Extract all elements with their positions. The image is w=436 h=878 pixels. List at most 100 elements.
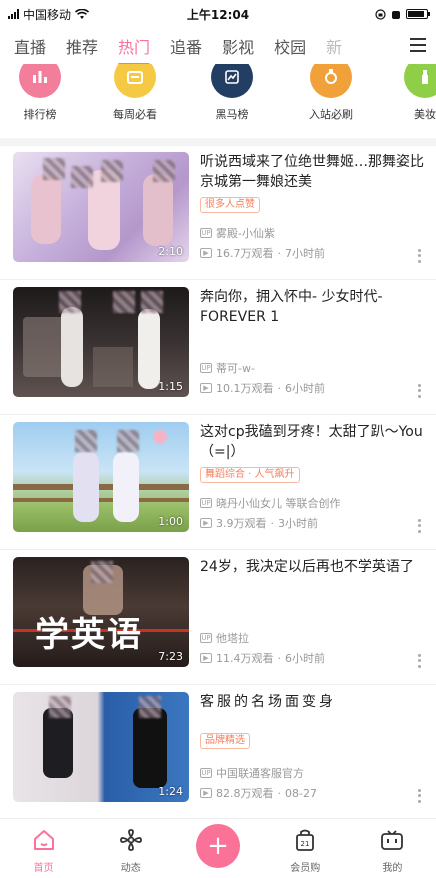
video-info: 这对cp我磕到牙疼！太甜了趴～You（=|） 舞蹈综合 · 人气飙升 UP 晓丹… [200, 422, 425, 534]
tab-anime[interactable]: 追番 [170, 34, 202, 58]
video-card[interactable]: 1:24 客服的名场面变身 品牌精选 UP 中国联通客服官方 ▶ 82.8万观看… [0, 686, 436, 820]
stats-row: ▶ 82.8万观看 · 08-27 [200, 785, 317, 801]
video-duration: 7:23 [158, 650, 183, 663]
video-thumbnail[interactable]: 1:15 [13, 287, 189, 397]
uploader-row[interactable]: UP 中国联通客服官方 [200, 765, 304, 781]
stats-row: ▶ 10.1万观看 · 6小时前 [200, 380, 325, 396]
video-card[interactable]: 学英语 7:23 24岁，我决定以后再也不学英语了 UP 他塔拉 ▶ 11.4万… [0, 551, 436, 685]
uploader-icon: UP [200, 498, 212, 508]
tab-new[interactable]: 新 [326, 34, 342, 58]
video-thumbnail[interactable]: 2:10 [13, 152, 189, 262]
video-badge: 很多人点赞 [200, 197, 260, 213]
meta-separator: · [277, 381, 282, 395]
nav-publish[interactable]: + [174, 819, 261, 878]
uploader-row[interactable]: UP 蒂可-w- [200, 360, 255, 376]
meta-separator: · [277, 786, 282, 800]
video-title[interactable]: 24岁，我决定以后再也不学英语了 [200, 557, 425, 577]
view-count: 11.4万观看 [216, 652, 274, 665]
svg-text:21: 21 [301, 840, 310, 848]
signal-icon [8, 9, 19, 19]
channel-tabs: 直播 推荐 热门 追番 影视 校园 新 [0, 28, 436, 66]
nav-vip-shop[interactable]: 21 会员购 [262, 819, 349, 878]
video-duration: 1:15 [158, 380, 183, 393]
view-count: 3.9万观看 [216, 517, 267, 530]
video-card[interactable]: 1:00 这对cp我磕到牙疼！太甜了趴～You（=|） 舞蹈综合 · 人气飙升 … [0, 416, 436, 550]
chart-bars-icon [19, 64, 61, 98]
plus-icon[interactable]: + [196, 824, 240, 868]
video-thumbnail[interactable]: 1:00 [13, 422, 189, 532]
video-thumbnail[interactable]: 1:24 [13, 692, 189, 802]
video-info: 24岁，我决定以后再也不学英语了 UP 他塔拉 ▶ 11.4万观看 · 6小时前 [200, 557, 425, 669]
quick-entry-must-watch[interactable]: 入站必刷 [291, 64, 371, 122]
cosmetics-icon [404, 64, 436, 98]
uploader-name: 晓丹小仙女儿 等联合创作 [216, 497, 341, 510]
more-options-icon[interactable] [413, 653, 425, 669]
video-duration: 2:10 [158, 245, 183, 258]
clock: 上午12:04 [186, 7, 250, 22]
uploader-row[interactable]: UP 他塔拉 [200, 630, 249, 646]
quick-entry-weekly[interactable]: 每周必看 [95, 64, 175, 122]
stats-row: ▶ 16.7万观看 · 7小时前 [200, 245, 325, 261]
quick-entry-darkhorse[interactable]: 黑马榜 [192, 64, 272, 122]
tab-recommend[interactable]: 推荐 [66, 34, 98, 58]
uploader-row[interactable]: UP 晓丹小仙女儿 等联合创作 [200, 495, 341, 511]
uploader-icon: UP [200, 363, 212, 373]
alarm-icon [392, 10, 400, 19]
video-info: 奔向你，拥入怀中- 少女时代- FOREVER 1 UP 蒂可-w- ▶ 10.… [200, 287, 425, 399]
tab-film[interactable]: 影视 [222, 34, 254, 58]
meta-separator: · [277, 246, 282, 260]
nav-label: 我的 [382, 863, 403, 874]
uploader-icon: UP [200, 768, 212, 778]
video-title[interactable]: 客服的名场面变身 [200, 692, 425, 712]
battery-level [408, 11, 425, 17]
nav-label: 会员购 [290, 863, 321, 874]
menu-icon[interactable] [410, 38, 426, 52]
nav-mine[interactable]: 我的 [349, 819, 436, 878]
calendar-icon [114, 64, 156, 98]
uploader-name: 蒂可-w- [216, 362, 255, 375]
status-bar: 中国移动 上午12:04 [0, 0, 436, 28]
meta-separator: · [270, 516, 275, 530]
quick-entries: 排行榜 每周必看 黑马榜 入站必刷 美妆 [0, 64, 436, 144]
quick-entry-beauty[interactable]: 美妆 [385, 64, 436, 122]
section-divider [0, 138, 436, 146]
quick-entry-label: 排行榜 [23, 108, 57, 121]
view-count: 16.7万观看 [216, 247, 274, 260]
uploader-row[interactable]: UP 雾殿-小仙紫 [200, 225, 275, 241]
quick-entry-label: 每周必看 [113, 108, 157, 121]
more-options-icon[interactable] [413, 383, 425, 399]
publish-time: 6小时前 [285, 652, 325, 665]
play-count-icon: ▶ [200, 518, 212, 528]
battery-icon [406, 9, 430, 19]
video-title[interactable]: 奔向你，拥入怀中- 少女时代- FOREVER 1 [200, 287, 425, 327]
play-count-icon: ▶ [200, 653, 212, 663]
publish-time: 7小时前 [285, 247, 325, 260]
more-options-icon[interactable] [413, 788, 425, 804]
uploader-icon: UP [200, 228, 212, 238]
quick-entry-ranking[interactable]: 排行榜 [0, 64, 80, 122]
tab-hot[interactable]: 热门 [118, 34, 151, 66]
nav-home[interactable]: 首页 [0, 819, 87, 878]
video-title[interactable]: 这对cp我磕到牙疼！太甜了趴～You（=|） [200, 422, 425, 462]
fan-icon [119, 829, 142, 851]
video-badge: 品牌精选 [200, 733, 250, 749]
video-thumbnail[interactable]: 学英语 7:23 [13, 557, 189, 667]
uploader-icon: UP [200, 633, 212, 643]
uploader-name: 雾殿-小仙紫 [216, 227, 275, 240]
video-card[interactable]: 2:10 听说西域来了位绝世舞姬…那舞姿比京城第一舞娘还美 很多人点赞 UP 雾… [0, 146, 436, 280]
more-options-icon[interactable] [413, 518, 425, 534]
status-right [276, 8, 436, 20]
tab-campus[interactable]: 校园 [274, 34, 306, 58]
publish-time: 3小时前 [278, 517, 318, 530]
carrier-label: 中国移动 [23, 7, 72, 22]
nav-dynamic[interactable]: 动态 [87, 819, 174, 878]
more-options-icon[interactable] [413, 248, 425, 264]
tab-live[interactable]: 直播 [14, 34, 46, 58]
video-duration: 1:24 [158, 785, 183, 798]
video-card[interactable]: 1:15 奔向你，拥入怀中- 少女时代- FOREVER 1 UP 蒂可-w- … [0, 281, 436, 415]
stats-row: ▶ 11.4万观看 · 6小时前 [200, 650, 325, 666]
shopping-bag-icon: 21 [296, 829, 315, 851]
wifi-icon [75, 8, 90, 19]
video-title[interactable]: 听说西域来了位绝世舞姬…那舞姿比京城第一舞娘还美 [200, 152, 425, 192]
view-count: 82.8万观看 [216, 787, 274, 800]
